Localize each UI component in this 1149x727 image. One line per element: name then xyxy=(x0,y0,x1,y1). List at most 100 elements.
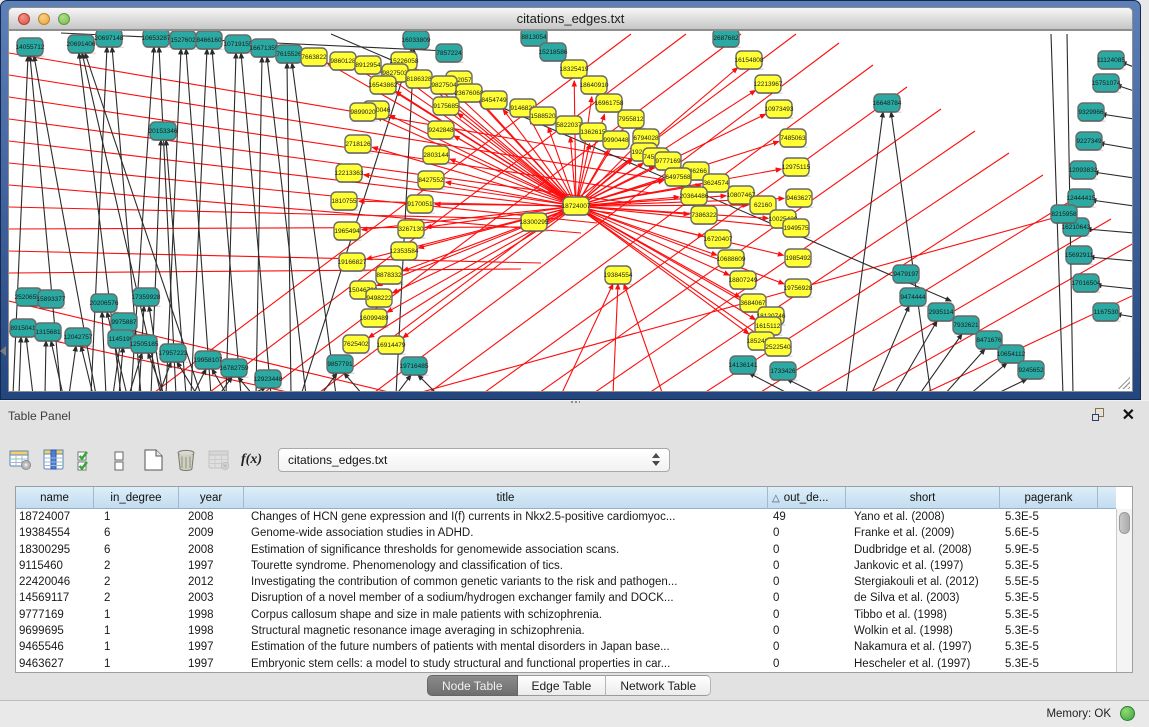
cell-year[interactable]: 1998 xyxy=(179,607,244,623)
graph-node-teal[interactable]: 15751074 xyxy=(1092,74,1121,93)
cell-pagerank[interactable]: 5.3E-5 xyxy=(1000,623,1098,639)
table-row[interactable]: 2242004622012Investigating the contribut… xyxy=(16,574,1116,590)
graph-edge[interactable] xyxy=(69,346,76,392)
graph-node-teal[interactable]: 14136141 xyxy=(729,356,758,375)
graph-edge[interactable] xyxy=(894,321,937,392)
cell-name[interactable]: 22420046 xyxy=(16,574,94,590)
table-select-dropdown[interactable]: citations_edges.txt xyxy=(278,448,670,472)
graph-edge[interactable] xyxy=(396,375,411,392)
graph-node-yellow[interactable]: 12213967 xyxy=(754,75,783,94)
graph-node-yellow[interactable]: 7625402 xyxy=(343,335,371,354)
column-header-name[interactable]: name xyxy=(16,487,94,509)
cell-title[interactable]: Estimation of the future numbers of pati… xyxy=(244,639,768,655)
cell-in_degree[interactable]: 1 xyxy=(94,656,179,672)
graph-node-yellow[interactable]: 9463627 xyxy=(786,189,814,208)
graph-node-teal[interactable]: 1315681 xyxy=(35,323,63,342)
graph-edge[interactable] xyxy=(576,206,749,334)
graph-edge[interactable] xyxy=(212,49,241,392)
graph-node-yellow[interactable]: 9860128 xyxy=(330,52,358,71)
select-columns-icon[interactable] xyxy=(41,447,67,473)
cell-name[interactable]: 9777169 xyxy=(16,607,94,623)
cell-in_degree[interactable]: 1 xyxy=(94,623,179,639)
graph-edge[interactable] xyxy=(9,269,521,273)
graph-node-teal[interactable]: 12505185 xyxy=(130,335,159,354)
graph-node-teal[interactable]: 9857791 xyxy=(327,355,355,374)
graph-edge[interactable] xyxy=(119,347,123,392)
graph-edge[interactable] xyxy=(561,284,613,392)
graph-edge[interactable] xyxy=(91,47,107,392)
column-header-pagerank[interactable]: pagerank xyxy=(1000,487,1098,509)
graph-node-yellow[interactable]: 19166827 xyxy=(338,253,367,272)
cell-short[interactable]: Hescheler et al. (1997) xyxy=(846,656,1000,672)
graph-node-yellow[interactable]: 10688609 xyxy=(717,250,746,269)
graph-node-yellow[interactable]: 7386322 xyxy=(691,206,719,225)
graph-node-yellow[interactable]: 1588520 xyxy=(530,107,558,126)
graph-node-yellow[interactable]: 16961758 xyxy=(595,94,624,113)
graph-edge[interactable] xyxy=(19,337,21,392)
graph-node-yellow[interactable]: 1985492 xyxy=(785,249,813,268)
cell-in_degree[interactable]: 2 xyxy=(94,558,179,574)
graph-node-teal[interactable]: 9474444 xyxy=(900,288,928,307)
cell-out_de[interactable]: 0 xyxy=(768,607,846,623)
graph-node-teal[interactable]: 12042757 xyxy=(64,328,93,347)
cell-out_de[interactable]: 0 xyxy=(768,623,846,639)
table-row[interactable]: 1938455462009Genome-wide association stu… xyxy=(16,525,1116,541)
graph-node-teal[interactable]: 7932621 xyxy=(953,316,981,335)
cell-out_de[interactable]: 0 xyxy=(768,525,846,541)
graph-node-teal[interactable]: 8215958 xyxy=(1051,205,1079,224)
cell-pagerank[interactable]: 5.3E-5 xyxy=(1000,607,1098,623)
graph-edge[interactable] xyxy=(26,337,33,392)
graph-node-yellow[interactable]: 8878332 xyxy=(376,266,404,285)
table-row[interactable]: 946362711997Embryonic stem cells: a mode… xyxy=(16,656,1116,672)
graph-edge[interactable] xyxy=(994,379,1027,392)
select-all-icon[interactable] xyxy=(74,447,100,473)
graph-node-yellow[interactable]: 9170051 xyxy=(407,195,435,214)
cell-name[interactable]: 9463627 xyxy=(16,656,94,672)
graph-edge[interactable] xyxy=(226,53,236,392)
graph-node-teal[interactable]: 9329966 xyxy=(1078,103,1106,122)
graph-node-yellow[interactable]: 8454749 xyxy=(481,91,509,110)
table-row[interactable]: 969969511998Structural magnetic resonanc… xyxy=(16,623,1116,639)
cell-out_de[interactable]: 0 xyxy=(768,656,846,672)
graph-node-teal[interactable]: 14055712 xyxy=(16,38,45,57)
tab-node-table[interactable]: Node Table xyxy=(427,675,518,696)
graph-edge[interactable] xyxy=(1101,114,1133,119)
graph-edge[interactable] xyxy=(919,334,962,392)
cell-year[interactable]: 2009 xyxy=(179,525,244,541)
cell-name[interactable]: 18300295 xyxy=(16,542,94,558)
table-row[interactable]: 946554611997Estimation of the future num… xyxy=(16,639,1116,655)
cell-title[interactable]: Changes of HCN gene expression and I(f) … xyxy=(244,509,768,525)
graph-edge[interactable] xyxy=(191,49,207,392)
cell-in_degree[interactable]: 1 xyxy=(94,509,179,525)
graph-node-yellow[interactable]: 6497568 xyxy=(665,168,693,187)
graph-node-teal[interactable]: 20206576 xyxy=(90,294,119,313)
graph-edge[interactable] xyxy=(9,227,528,229)
cell-short[interactable]: de Silva et al. (2003) xyxy=(846,590,1000,606)
table-row[interactable]: 1830029562008Estimation of significance … xyxy=(16,542,1116,558)
unselect-all-icon[interactable] xyxy=(107,447,133,473)
graph-node-teal[interactable]: 15893377 xyxy=(37,290,66,309)
column-header-short[interactable]: short xyxy=(846,487,1000,509)
cell-name[interactable]: 9115460 xyxy=(16,558,94,574)
tab-network-table[interactable]: Network Table xyxy=(606,675,711,696)
cell-short[interactable]: Yano et al. (2008) xyxy=(846,509,1000,525)
cell-year[interactable]: 1997 xyxy=(179,558,244,574)
graph-node-teal[interactable]: 17359928 xyxy=(132,288,161,307)
graph-node-yellow[interactable]: 19384554 xyxy=(604,266,633,285)
graph-edge[interactable] xyxy=(944,349,985,392)
cell-short[interactable]: Wolkin et al. (1998) xyxy=(846,623,1000,639)
graph-node-yellow[interactable]: 18724007 xyxy=(562,197,591,216)
graph-node-yellow[interactable]: 1965494 xyxy=(334,222,362,241)
graph-node-yellow[interactable]: 16099489 xyxy=(360,309,389,328)
graph-node-teal[interactable]: 1167530 xyxy=(1093,303,1121,322)
graph-node-teal[interactable]: 19958107 xyxy=(194,351,223,370)
graph-node-teal[interactable]: 19716485 xyxy=(400,357,429,376)
graph-node-yellow[interactable]: 12213363 xyxy=(335,164,364,183)
graph-edge[interactable] xyxy=(1091,200,1133,206)
graph-node-teal[interactable]: 12093832 xyxy=(1069,161,1098,180)
graph-node-teal[interactable]: 7857224 xyxy=(436,44,464,63)
cell-short[interactable]: Franke et al. (2009) xyxy=(846,525,1000,541)
graph-edge[interactable] xyxy=(1086,229,1133,233)
graph-node-teal[interactable]: 16648784 xyxy=(873,94,902,113)
graph-node-teal[interactable]: 9975887 xyxy=(111,313,139,332)
